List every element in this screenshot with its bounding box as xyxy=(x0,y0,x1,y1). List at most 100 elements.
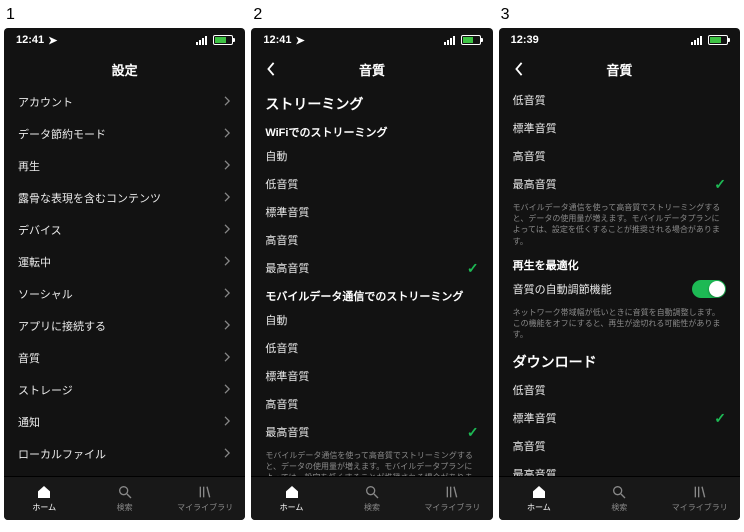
settings-row-storage[interactable]: ストレージ xyxy=(18,374,231,406)
subhead-wifi: WiFiでのストリーミング xyxy=(265,118,478,142)
opt-dl-veryhigh[interactable]: 最高音質 xyxy=(513,460,726,476)
opt-cell-low[interactable]: 低音質 xyxy=(513,86,726,114)
battery-icon xyxy=(708,35,728,45)
opt-label: 低音質 xyxy=(265,176,298,192)
tab-library[interactable]: マイライブラリ xyxy=(412,477,492,520)
opt-dl-high[interactable]: 高音質 xyxy=(513,432,726,460)
tab-label: 検索 xyxy=(611,502,627,513)
nav-header: 音質 xyxy=(499,52,740,86)
row-label: 音質 xyxy=(18,350,40,366)
battery-icon xyxy=(213,35,233,45)
opt-dl-low[interactable]: 低音質 xyxy=(513,376,726,404)
nav-header: 音質 xyxy=(251,52,492,86)
tab-home[interactable]: ホーム xyxy=(251,477,331,520)
settings-row-audio-quality[interactable]: 音質 xyxy=(18,342,231,374)
opt-label: 高音質 xyxy=(513,148,546,164)
settings-row-explicit[interactable]: 露骨な表現を含むコンテンツ xyxy=(18,182,231,214)
chevron-right-icon xyxy=(224,288,231,301)
opt-dl-normal[interactable]: 標準音質✓ xyxy=(513,404,726,432)
row-label: ストレージ xyxy=(18,382,73,398)
tab-label: マイライブラリ xyxy=(672,502,728,513)
check-icon: ✓ xyxy=(467,424,479,441)
panel-number: 3 xyxy=(499,4,740,28)
check-icon: ✓ xyxy=(467,260,479,277)
row-label: ソーシャル xyxy=(18,286,73,302)
status-bar: 12:41➤ xyxy=(251,28,492,52)
settings-row-data-saver[interactable]: データ節約モード xyxy=(18,118,231,150)
phone-screen-1: 12:41➤ 設定 アカウント データ節約モード 再生 露骨な表現を含むコンテン… xyxy=(4,28,245,520)
opt-cell-veryhigh[interactable]: 最高音質 ✓ xyxy=(265,418,478,446)
opt-label: 標準音質 xyxy=(513,120,557,136)
opt-label: 最高音質 xyxy=(513,466,557,476)
tab-search[interactable]: 検索 xyxy=(579,477,659,520)
toggle-auto-adjust[interactable] xyxy=(692,280,726,298)
opt-cell-high[interactable]: 高音質 xyxy=(265,390,478,418)
opt-wifi-high[interactable]: 高音質 xyxy=(265,226,478,254)
settings-row-social[interactable]: ソーシャル xyxy=(18,278,231,310)
settings-row-devices[interactable]: デバイス xyxy=(18,214,231,246)
opt-wifi-veryhigh[interactable]: 最高音質 ✓ xyxy=(265,254,478,282)
tab-search[interactable]: 検索 xyxy=(84,477,164,520)
settings-row-account[interactable]: アカウント xyxy=(18,86,231,118)
check-icon: ✓ xyxy=(714,410,726,427)
opt-label: 最高音質 xyxy=(265,424,309,440)
tab-library[interactable]: マイライブラリ xyxy=(660,477,740,520)
fine-print: ネットワーク帯域幅が低いときに音質を自動調整します。この機能をオフにすると、再生… xyxy=(513,303,726,345)
row-label: 再生 xyxy=(18,158,40,174)
tab-label: 検索 xyxy=(117,502,133,513)
panel-number: 1 xyxy=(4,4,245,28)
tab-home[interactable]: ホーム xyxy=(4,477,84,520)
page-title: 音質 xyxy=(606,60,632,79)
chevron-right-icon xyxy=(224,192,231,205)
tab-label: ホーム xyxy=(32,502,56,513)
chevron-right-icon xyxy=(224,448,231,461)
tab-library[interactable]: マイライブラリ xyxy=(165,477,245,520)
row-label: アカウント xyxy=(18,94,73,110)
row-label: 露骨な表現を含むコンテンツ xyxy=(18,190,161,206)
opt-label: 高音質 xyxy=(265,396,298,412)
subhead-optimize: 再生を最適化 xyxy=(513,251,726,275)
opt-wifi-low[interactable]: 低音質 xyxy=(265,170,478,198)
opt-cell-normal[interactable]: 標準音質 xyxy=(265,362,478,390)
page-title: 音質 xyxy=(359,60,385,79)
tab-label: 検索 xyxy=(364,502,380,513)
tab-home[interactable]: ホーム xyxy=(499,477,579,520)
opt-cell-normal[interactable]: 標準音質 xyxy=(513,114,726,142)
opt-cell-low[interactable]: 低音質 xyxy=(265,334,478,362)
settings-row-local-files[interactable]: ローカルファイル xyxy=(18,438,231,470)
tab-bar: ホーム 検索 マイライブラリ xyxy=(4,476,245,520)
tab-label: ホーム xyxy=(280,502,304,513)
opt-label: 標準音質 xyxy=(265,368,309,384)
chevron-right-icon xyxy=(224,256,231,269)
fine-print: モバイルデータ通信を使って高音質でストリーミングすると、データの使用量が増えます… xyxy=(265,446,478,476)
opt-wifi-auto[interactable]: 自動 xyxy=(265,142,478,170)
opt-label: 高音質 xyxy=(513,438,546,454)
settings-row-playback[interactable]: 再生 xyxy=(18,150,231,182)
opt-label: 低音質 xyxy=(265,340,298,356)
back-button[interactable] xyxy=(261,59,281,79)
tab-label: マイライブラリ xyxy=(177,502,233,513)
status-bar: 12:39 xyxy=(499,28,740,52)
check-icon: ✓ xyxy=(714,176,726,193)
fine-print: モバイルデータ通信を使って高音質でストリーミングすると、データの使用量が増えます… xyxy=(513,198,726,251)
row-label: 音質の自動調節機能 xyxy=(513,281,612,297)
row-auto-adjust: 音質の自動調節機能 xyxy=(513,275,726,303)
settings-row-connect-apps[interactable]: アプリに接続する xyxy=(18,310,231,342)
battery-icon xyxy=(461,35,481,45)
chevron-right-icon xyxy=(224,384,231,397)
opt-label: 低音質 xyxy=(513,382,546,398)
clock: 12:41 xyxy=(16,34,44,46)
opt-cell-auto[interactable]: 自動 xyxy=(265,306,478,334)
opt-wifi-normal[interactable]: 標準音質 xyxy=(265,198,478,226)
settings-row-notifications[interactable]: 通知 xyxy=(18,406,231,438)
signal-icon xyxy=(444,36,455,45)
opt-label: 低音質 xyxy=(513,92,546,108)
chevron-right-icon xyxy=(224,128,231,141)
opt-label: 最高音質 xyxy=(265,260,309,276)
opt-cell-veryhigh[interactable]: 最高音質✓ xyxy=(513,170,726,198)
tab-search[interactable]: 検索 xyxy=(332,477,412,520)
location-icon: ➤ xyxy=(48,34,57,47)
back-button[interactable] xyxy=(509,59,529,79)
opt-cell-high[interactable]: 高音質 xyxy=(513,142,726,170)
settings-row-car[interactable]: 運転中 xyxy=(18,246,231,278)
